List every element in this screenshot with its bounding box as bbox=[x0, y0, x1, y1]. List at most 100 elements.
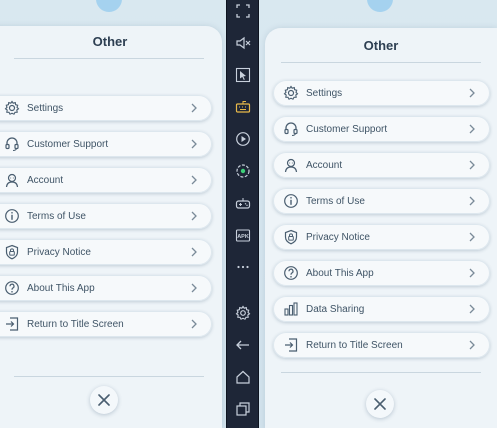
recent-apps-button[interactable] bbox=[233, 399, 253, 419]
emulator-side-toolbar: APK bbox=[227, 0, 259, 428]
panel-title: Other bbox=[363, 38, 399, 53]
menu-item-data-sharing[interactable]: Data Sharing bbox=[273, 296, 490, 322]
menu-item-label: Return to Title Screen bbox=[27, 318, 124, 330]
svg-text:APK: APK bbox=[237, 234, 249, 240]
apk-button[interactable]: APK bbox=[233, 225, 253, 245]
chevron-right-icon bbox=[191, 139, 197, 149]
chevron-right-icon bbox=[191, 211, 197, 221]
recent-apps-icon bbox=[236, 402, 250, 416]
menu-item-label: Customer Support bbox=[27, 138, 109, 150]
chevron-right-icon bbox=[469, 88, 475, 98]
back-icon bbox=[236, 340, 249, 350]
chevron-right-icon bbox=[469, 268, 475, 278]
menu-item-label: Return to Title Screen bbox=[306, 339, 403, 351]
record-button[interactable] bbox=[233, 129, 253, 149]
menu-item-return-to-title-screen[interactable]: Return to Title Screen bbox=[0, 311, 212, 337]
info-icon bbox=[3, 207, 21, 225]
chevron-right-icon bbox=[191, 247, 197, 257]
right-app-screen: Other Settings Customer Support Account Ter… bbox=[259, 0, 497, 428]
settings-button[interactable] bbox=[233, 303, 253, 323]
settings-icon bbox=[235, 305, 251, 320]
home-button[interactable] bbox=[233, 367, 253, 387]
chevron-right-icon bbox=[191, 103, 197, 113]
menu-item-customer-support[interactable]: Customer Support bbox=[273, 116, 490, 142]
mute-icon bbox=[236, 36, 251, 50]
menu-item-terms-of-use[interactable]: Terms of Use bbox=[273, 188, 490, 214]
shield-lock-icon bbox=[282, 228, 300, 246]
location-icon bbox=[236, 164, 250, 178]
question-icon bbox=[282, 264, 300, 282]
back-button[interactable] bbox=[233, 335, 253, 355]
menu-item-about-this-app[interactable]: About This App bbox=[0, 275, 212, 301]
menu-item-settings[interactable]: Settings bbox=[0, 95, 212, 121]
chevron-right-icon bbox=[191, 283, 197, 293]
menu-item-label: About This App bbox=[306, 267, 374, 279]
panel-title: Other bbox=[92, 34, 128, 49]
decorative-blob bbox=[367, 0, 393, 12]
more-button[interactable] bbox=[233, 257, 253, 277]
menu-item-label: Privacy Notice bbox=[306, 231, 370, 243]
menu-item-label: Privacy Notice bbox=[27, 246, 91, 258]
menu-item-privacy-notice[interactable]: Privacy Notice bbox=[0, 239, 212, 265]
chevron-right-icon bbox=[191, 175, 197, 185]
menu-item-return-to-title-screen[interactable]: Return to Title Screen bbox=[273, 332, 490, 358]
mute-button[interactable] bbox=[233, 33, 253, 53]
menu-item-settings[interactable]: Settings bbox=[273, 80, 490, 106]
menu-item-label: About This App bbox=[27, 282, 95, 294]
gamepad-button[interactable] bbox=[233, 193, 253, 213]
chevron-right-icon bbox=[469, 124, 475, 134]
menu-item-terms-of-use[interactable]: Terms of Use bbox=[0, 203, 212, 229]
menu-item-label: Settings bbox=[27, 102, 64, 114]
menu-item-label: Settings bbox=[306, 87, 343, 99]
chevron-right-icon bbox=[469, 232, 475, 242]
gear-icon bbox=[3, 99, 21, 117]
menu-item-label: Customer Support bbox=[306, 123, 388, 135]
menu-item-label: Account bbox=[306, 159, 343, 171]
user-icon bbox=[282, 156, 300, 174]
chevron-right-icon bbox=[469, 196, 475, 206]
close-icon bbox=[374, 398, 386, 410]
menu-item-label: Account bbox=[27, 174, 64, 186]
footer-divider bbox=[14, 376, 204, 377]
title-divider bbox=[281, 62, 481, 63]
left-app-screen: Other Settings Customer Support Account Ter… bbox=[0, 0, 227, 428]
footer-divider bbox=[281, 372, 481, 373]
headset-icon bbox=[3, 135, 21, 153]
bar-chart-icon bbox=[282, 300, 300, 318]
chevron-right-icon bbox=[469, 160, 475, 170]
menu-item-label: Terms of Use bbox=[27, 210, 86, 222]
cursor-icon bbox=[235, 67, 251, 83]
menu-item-about-this-app[interactable]: About This App bbox=[273, 260, 490, 286]
close-button[interactable] bbox=[366, 390, 394, 418]
menu-item-customer-support[interactable]: Customer Support bbox=[0, 131, 212, 157]
close-icon bbox=[98, 394, 110, 406]
chevron-right-icon bbox=[191, 319, 197, 329]
location-button[interactable] bbox=[233, 161, 253, 181]
exit-icon bbox=[3, 315, 21, 333]
gear-icon bbox=[282, 84, 300, 102]
keyboard-button[interactable] bbox=[233, 97, 253, 117]
home-icon bbox=[236, 370, 250, 384]
chevron-right-icon bbox=[469, 340, 475, 350]
shield-lock-icon bbox=[3, 243, 21, 261]
menu-item-privacy-notice[interactable]: Privacy Notice bbox=[273, 224, 490, 250]
menu-item-label: Data Sharing bbox=[306, 303, 365, 315]
toolbar-border-left bbox=[226, 0, 227, 428]
chevron-right-icon bbox=[469, 304, 475, 314]
decorative-blob bbox=[96, 0, 122, 12]
headset-icon bbox=[282, 120, 300, 138]
fullscreen-icon bbox=[236, 4, 250, 18]
info-icon bbox=[282, 192, 300, 210]
more-icon bbox=[237, 265, 249, 269]
close-button[interactable] bbox=[90, 386, 118, 414]
gamepad-icon bbox=[235, 198, 251, 209]
record-icon bbox=[236, 132, 250, 146]
menu-item-account[interactable]: Account bbox=[273, 152, 490, 178]
menu-item-account[interactable]: Account bbox=[0, 167, 212, 193]
keyboard-icon bbox=[235, 101, 251, 113]
menu-item-label: Terms of Use bbox=[306, 195, 365, 207]
apk-icon: APK bbox=[235, 229, 251, 242]
cursor-button[interactable] bbox=[233, 65, 253, 85]
user-icon bbox=[3, 171, 21, 189]
fullscreen-button[interactable] bbox=[233, 1, 253, 21]
